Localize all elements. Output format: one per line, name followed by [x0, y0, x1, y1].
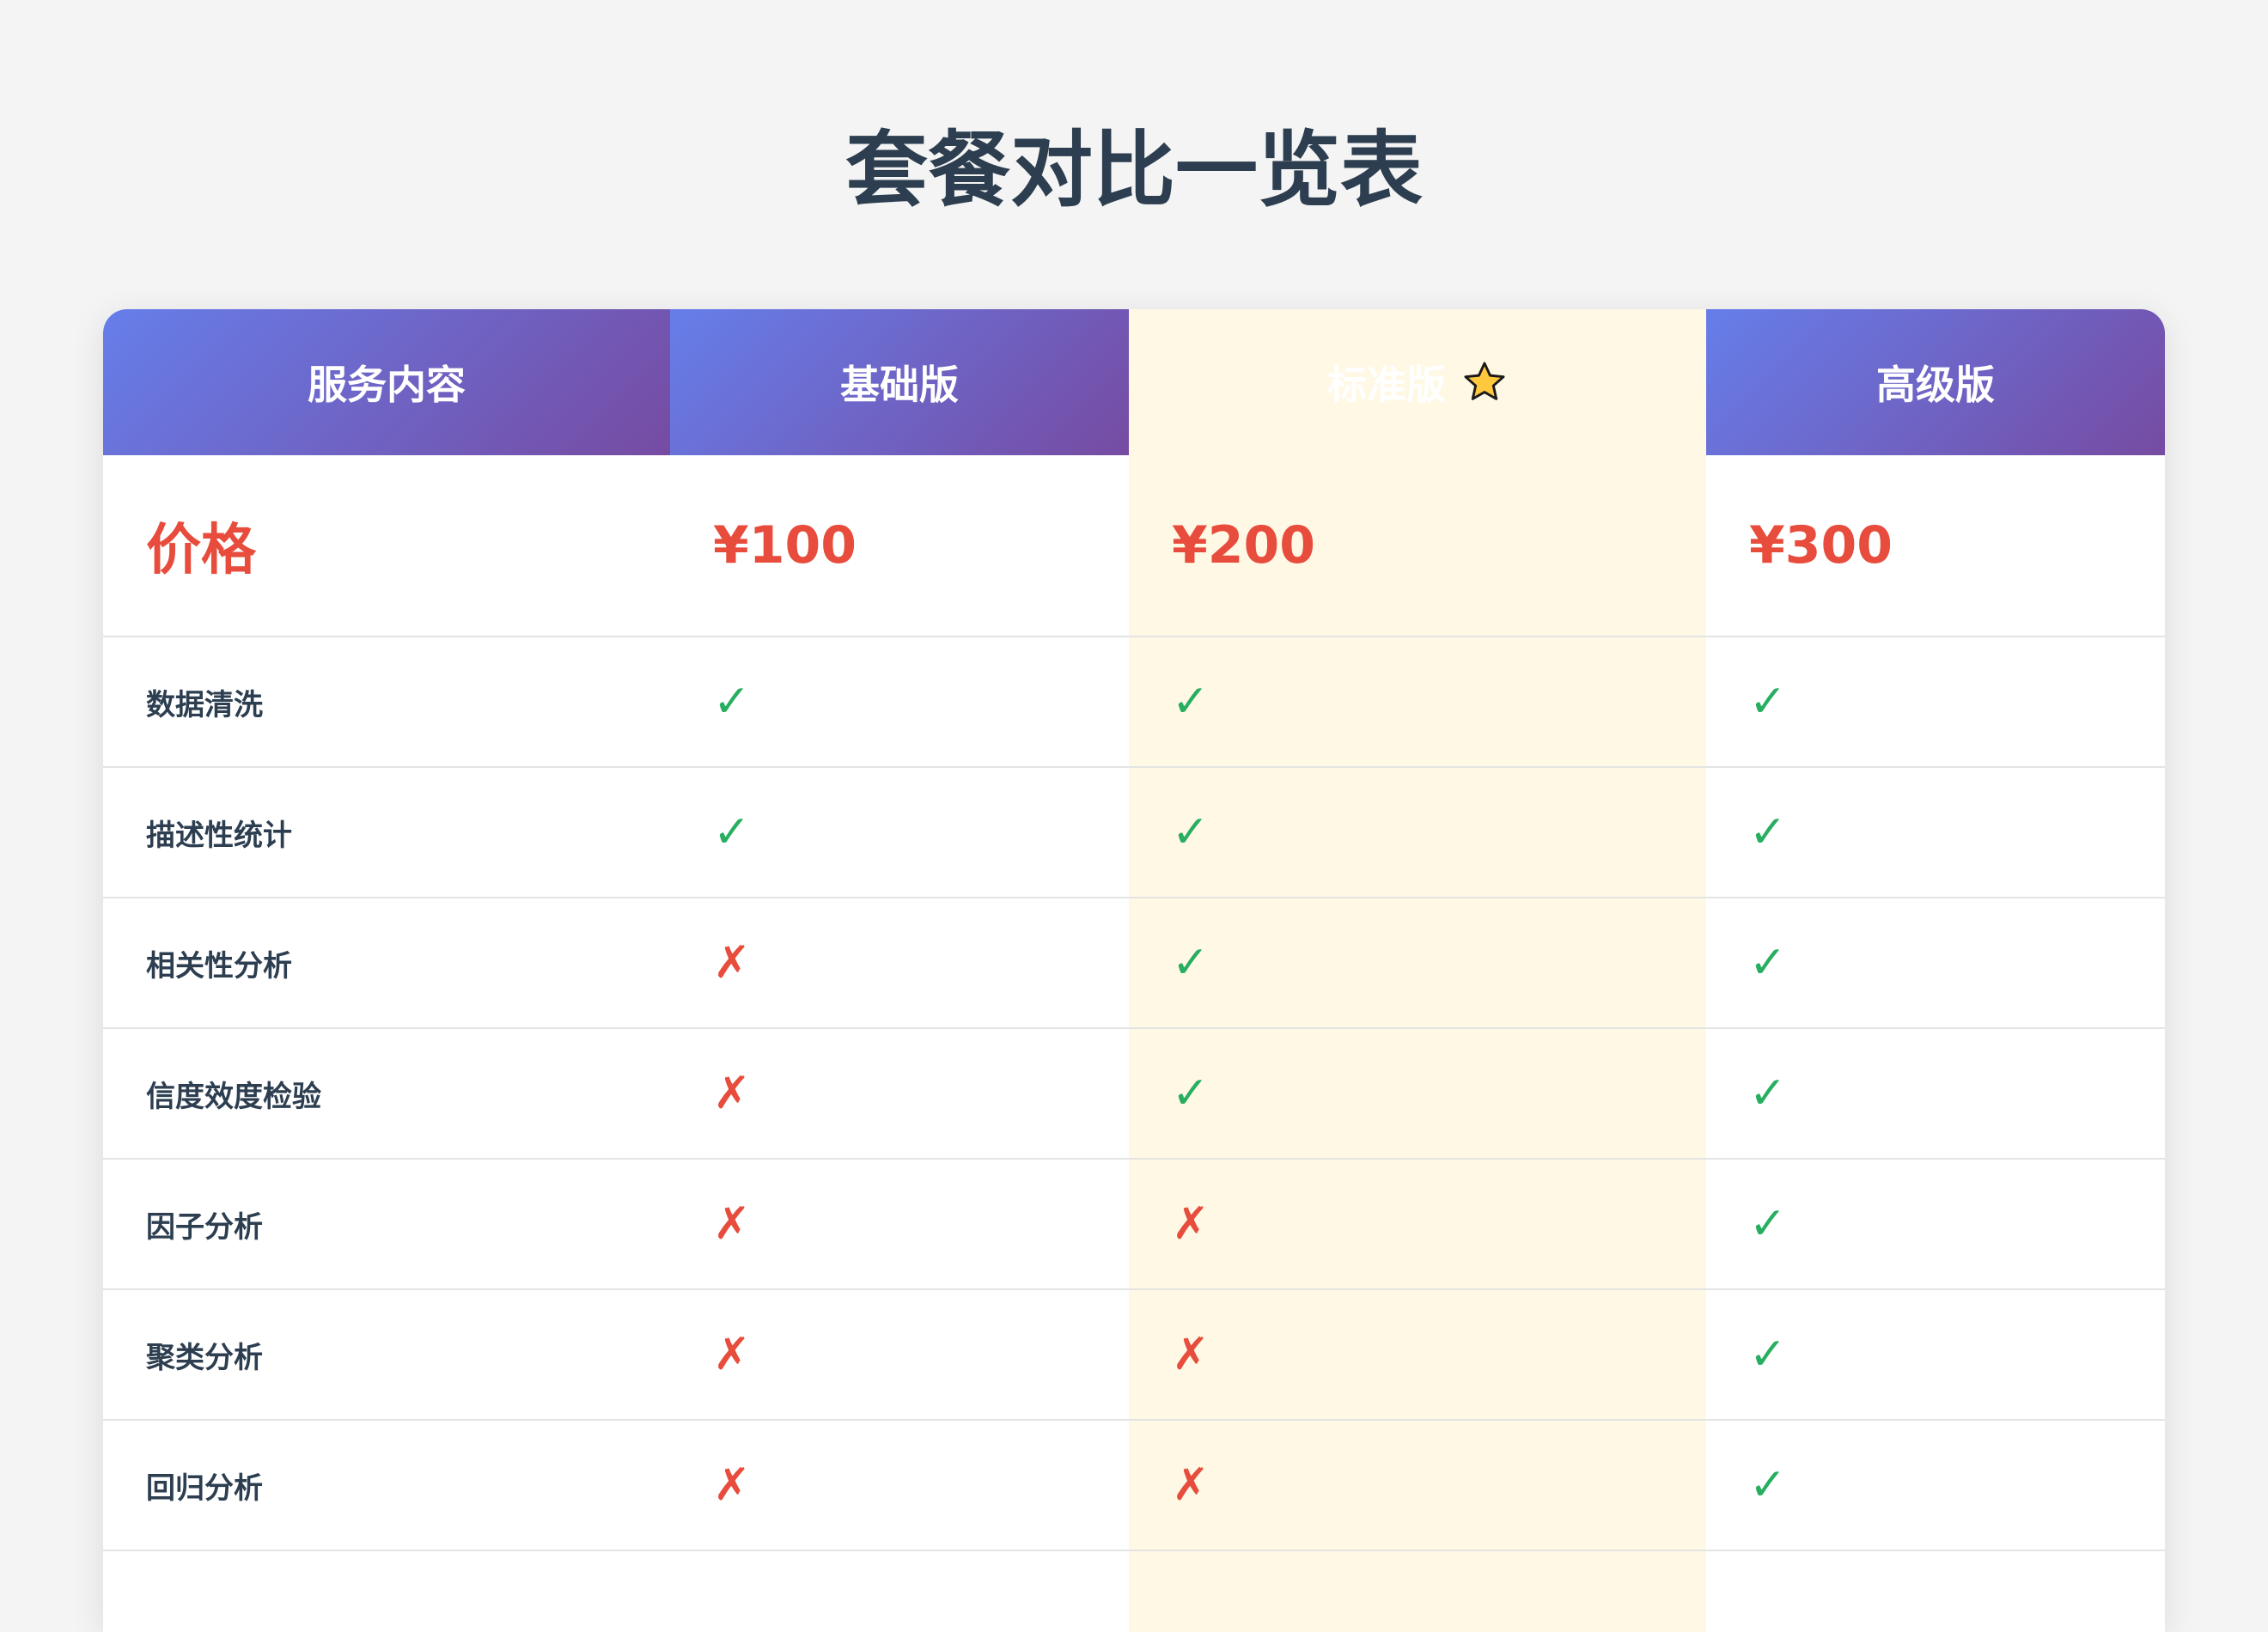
basic-mark: ✓	[713, 807, 751, 858]
header-service: 服务内容	[103, 309, 670, 455]
standard-mark: ✗	[1172, 1198, 1210, 1250]
table-row: 描述性统计 ✓ ✓ ✓	[103, 768, 2165, 898]
page-title: 套餐对比一览表	[845, 122, 1423, 218]
comparison-table: 服务内容 基础版 标准版 高级版 价格 ¥100 ¥200 ¥300 数据清洗 …	[103, 309, 2165, 1632]
feature-label: 相关性分析	[146, 948, 292, 983]
basic-mark: ✗	[713, 937, 751, 989]
feature-label: 回归分析	[146, 1471, 263, 1506]
price-row-label: 价格	[146, 519, 256, 582]
premium-mark: ✓	[1749, 676, 1787, 728]
standard-mark: ✓	[1172, 807, 1210, 858]
header-service-label: 服务内容	[308, 362, 466, 408]
header-basic-plan: 基础版	[670, 309, 1129, 455]
price-premium: ¥300	[1749, 515, 1893, 575]
table-row: 相关性分析 ✗ ✓ ✓	[103, 898, 2165, 1029]
feature-label: 描述性统计	[146, 818, 292, 853]
table-row: 聚类分析 ✗ ✗ ✓	[103, 1290, 2165, 1421]
premium-mark: ✓	[1749, 807, 1787, 858]
price-row: 价格 ¥100 ¥200 ¥300	[103, 455, 2165, 637]
price-basic: ¥100	[713, 515, 857, 575]
header-premium-plan: 高级版	[1706, 309, 2165, 455]
feature-label: 因子分析	[146, 1209, 263, 1245]
basic-mark: ✗	[713, 1068, 751, 1119]
table-row: 信度效度检验 ✗ ✓ ✓	[103, 1029, 2165, 1160]
star-icon	[1461, 359, 1508, 405]
table-row: 数据清洗 ✓ ✓ ✓	[103, 637, 2165, 768]
standard-mark: ✓	[1172, 937, 1210, 989]
header-basic-label: 基础版	[840, 362, 959, 408]
standard-mark: ✓	[1172, 676, 1210, 728]
basic-mark: ✓	[713, 676, 751, 728]
premium-mark: ✓	[1749, 1198, 1787, 1250]
price-standard: ¥200	[1172, 515, 1315, 575]
basic-mark: ✗	[713, 1329, 751, 1380]
feature-label: 聚类分析	[146, 1340, 263, 1375]
basic-mark: ✗	[713, 1198, 751, 1250]
table-row: 回归分析 ✗ ✗ ✓	[103, 1421, 2165, 1551]
basic-mark: ✗	[713, 1459, 751, 1511]
header-standard-label: 标准版	[1327, 362, 1446, 408]
feature-label: 数据清洗	[146, 687, 263, 722]
header-premium-label: 高级版	[1876, 362, 1995, 408]
standard-mark: ✓	[1172, 1068, 1210, 1119]
premium-mark: ✓	[1749, 1459, 1787, 1511]
header-standard-plan: 标准版	[1129, 309, 1706, 455]
standard-mark: ✗	[1172, 1459, 1210, 1511]
feature-label: 信度效度检验	[146, 1079, 321, 1114]
premium-mark: ✓	[1749, 937, 1787, 989]
table-row: 因子分析 ✗ ✗ ✓	[103, 1160, 2165, 1290]
table-header-row: 服务内容 基础版 标准版 高级版	[103, 309, 2165, 455]
premium-mark: ✓	[1749, 1068, 1787, 1119]
premium-mark: ✓	[1749, 1329, 1787, 1380]
standard-mark: ✗	[1172, 1329, 1210, 1380]
